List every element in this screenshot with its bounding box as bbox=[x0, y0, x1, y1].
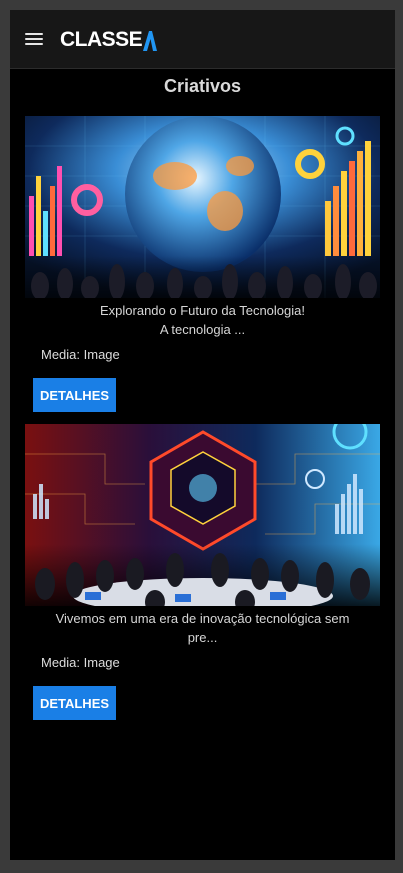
app-frame: CLASSE Criativos Explorando o Futuro da … bbox=[10, 10, 395, 860]
card-caption-line: Explorando o Futuro da Tecnologia! bbox=[99, 303, 305, 318]
card-caption-line: Vivemos em uma era de inovação tecnológi… bbox=[55, 611, 350, 626]
creative-thumbnail-image[interactable] bbox=[25, 116, 380, 298]
app-bar: CLASSE bbox=[10, 10, 395, 69]
details-button[interactable]: DETALHES bbox=[33, 686, 116, 720]
hamburger-menu-icon[interactable] bbox=[24, 30, 46, 48]
card-media-type: Media: Image bbox=[41, 347, 120, 362]
creative-thumbnail-image[interactable] bbox=[25, 424, 380, 606]
details-button[interactable]: DETALHES bbox=[33, 378, 116, 412]
logo-mark-icon bbox=[143, 31, 158, 51]
page-title: Criativos bbox=[163, 76, 242, 96]
brand-logo[interactable]: CLASSE bbox=[60, 28, 158, 52]
card-caption-line: A tecnologia ... bbox=[159, 322, 246, 337]
card-media-type: Media: Image bbox=[41, 655, 120, 670]
card-caption-line: pre... bbox=[187, 630, 218, 645]
brand-text: CLASSE bbox=[60, 28, 143, 51]
